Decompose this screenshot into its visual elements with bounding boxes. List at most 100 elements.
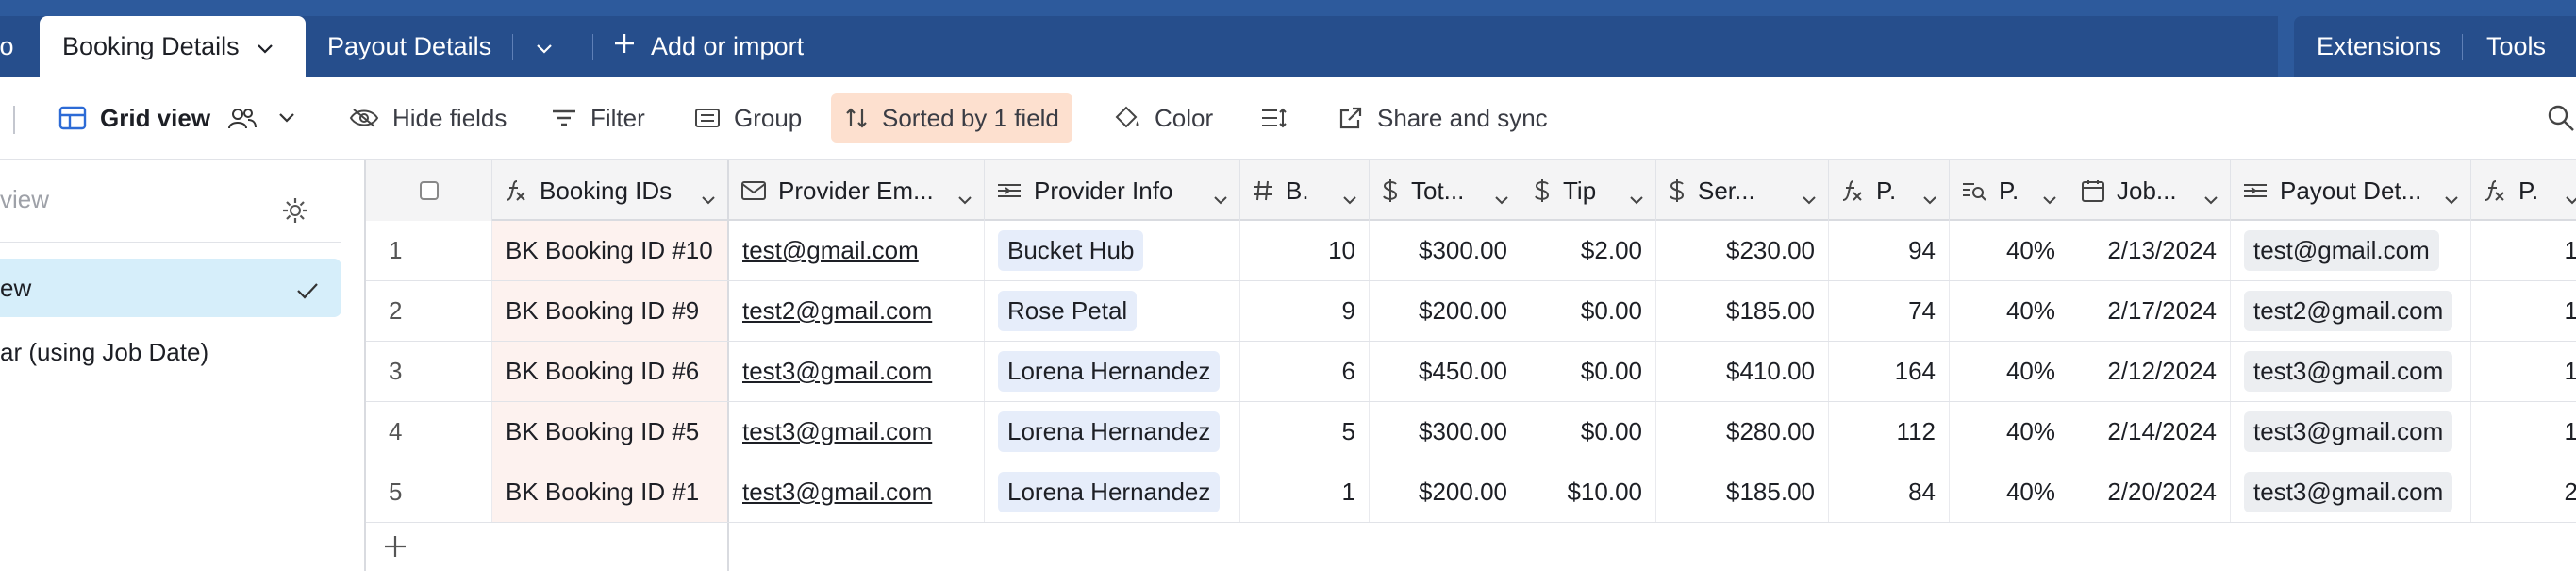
cell-p3[interactable]: 1 [2471,402,2576,462]
table-row[interactable]: 2 BK Booking ID #9 test2@gmail.com Rose Pet… [366,281,2576,342]
cell-p2[interactable]: 40% [1950,462,2069,522]
tools-button[interactable]: Tools [2486,16,2546,77]
cell-tip[interactable]: $10.00 [1521,462,1656,522]
linked-record-chip[interactable]: Lorena Hernandez [998,472,1221,512]
table-row[interactable]: 4 BK Booking ID #5 test3@gmail.com Lorena H… [366,402,2576,462]
search-button[interactable] [2534,93,2576,143]
cell-job[interactable]: 2/12/2024 [2069,342,2231,401]
cell-p1[interactable]: 164 [1829,342,1950,401]
cell-payout[interactable]: test3@gmail.com [2231,462,2471,522]
cell-p3[interactable]: 1 [2471,221,2576,280]
cell-email[interactable]: test3@gmail.com [729,462,985,522]
column-header[interactable]: Tip [1521,160,1656,221]
linked-record-chip[interactable]: test3@gmail.com [2244,472,2453,512]
chevron-down-icon[interactable] [2565,183,2576,212]
cell-p3[interactable]: 2 [2471,462,2576,522]
cell-p1[interactable]: 74 [1829,281,1950,341]
cell-tip[interactable]: $0.00 [1521,402,1656,462]
chevron-down-icon[interactable] [1922,183,1937,212]
checkbox[interactable] [419,181,439,200]
plus-icon[interactable] [383,534,407,563]
cell-service[interactable]: $230.00 [1656,221,1829,280]
table-row[interactable]: 1 BK Booking ID #10 test@gmail.com Bucket H… [366,221,2576,281]
table-row[interactable]: 3 BK Booking ID #6 test3@gmail.com Lorena H… [366,342,2576,402]
column-header[interactable]: B. [1240,160,1370,221]
cell-b[interactable]: 10 [1240,221,1370,280]
cell-p1[interactable]: 94 [1829,221,1950,280]
cell-service[interactable]: $185.00 [1656,281,1829,341]
chevron-down-icon[interactable] [1629,183,1644,212]
cell-service[interactable]: $185.00 [1656,462,1829,522]
extensions-button[interactable]: Extensions [2317,16,2441,77]
sidebar-item-grid-view[interactable]: ew [0,259,341,317]
linked-record-chip[interactable]: test3@gmail.com [2244,351,2453,392]
linked-record-chip[interactable]: test2@gmail.com [2244,291,2453,331]
cell-booking[interactable]: BK Booking ID #10 [492,221,729,280]
linked-record-chip[interactable]: Bucket Hub [998,230,1144,271]
cell-tip[interactable]: $2.00 [1521,221,1656,280]
cell-email[interactable]: test3@gmail.com [729,402,985,462]
cell-p1[interactable]: 112 [1829,402,1950,462]
cell-p2[interactable]: 40% [1950,342,2069,401]
cell-booking[interactable]: BK Booking ID #1 [492,462,729,522]
sort-button[interactable]: Sorted by 1 field [831,93,1072,143]
find-view-input[interactable]: view [0,185,49,214]
cell-job[interactable]: 2/13/2024 [2069,221,2231,280]
cell-p2[interactable]: 40% [1950,221,2069,280]
cell-booking[interactable]: BK Booking ID #5 [492,402,729,462]
cell-provider[interactable]: Lorena Hernandez [985,462,1240,522]
cell-p2[interactable]: 40% [1950,281,2069,341]
column-header[interactable]: Ser... [1656,160,1829,221]
cell-total[interactable]: $300.00 [1370,402,1521,462]
cell-booking[interactable]: BK Booking ID #6 [492,342,729,401]
cell-service[interactable]: $280.00 [1656,402,1829,462]
add-record-row[interactable] [366,523,2576,571]
hide-fields-button[interactable]: Hide fields [336,93,520,143]
add-or-import-button[interactable]: Add or import [613,16,804,77]
view-switcher[interactable]: Grid view [45,93,322,143]
cell-p2[interactable]: 40% [1950,402,2069,462]
row-height-button[interactable] [1247,93,1302,143]
column-header[interactable]: Provider Em... [729,160,985,221]
chevron-down-icon[interactable] [257,32,274,61]
cell-payout[interactable]: test2@gmail.com [2231,281,2471,341]
chevron-down-icon[interactable] [957,183,972,212]
tab-info-cut[interactable]: fo [0,16,14,77]
cell-payout[interactable]: test@gmail.com [2231,221,2471,280]
cell-job[interactable]: 2/14/2024 [2069,402,2231,462]
cell-provider[interactable]: Rose Petal [985,281,1240,341]
linked-record-chip[interactable]: Rose Petal [998,291,1138,331]
share-and-sync-button[interactable]: Share and sync [1324,93,1561,143]
color-button[interactable]: Color [1100,93,1226,143]
cell-provider[interactable]: Bucket Hub [985,221,1240,280]
column-header[interactable]: Booking IDs [492,160,729,221]
column-header[interactable]: Job... [2069,160,2231,221]
cell-email[interactable]: test@gmail.com [729,221,985,280]
chevron-down-icon[interactable] [2203,183,2219,212]
cell-total[interactable]: $200.00 [1370,462,1521,522]
column-header[interactable]: Provider Info [985,160,1240,221]
select-all-checkbox[interactable] [366,160,492,221]
cell-provider[interactable]: Lorena Hernandez [985,402,1240,462]
more-tables-button[interactable] [536,16,553,77]
chevron-down-icon[interactable] [1342,183,1357,212]
cell-total[interactable]: $450.00 [1370,342,1521,401]
column-header[interactable]: P. [1950,160,2069,221]
cell-p3[interactable]: 1 [2471,342,2576,401]
cell-provider[interactable]: Lorena Hernandez [985,342,1240,401]
linked-record-chip[interactable]: Lorena Hernandez [998,351,1221,392]
chevron-down-icon[interactable] [1494,183,1509,212]
chevron-down-icon[interactable] [701,183,716,212]
cell-total[interactable]: $200.00 [1370,281,1521,341]
chevron-down-icon[interactable] [2444,183,2459,212]
chevron-down-icon[interactable] [2042,183,2057,212]
cell-payout[interactable]: test3@gmail.com [2231,402,2471,462]
gear-icon[interactable] [281,196,309,229]
filter-button[interactable]: Filter [538,93,658,143]
cell-job[interactable]: 2/17/2024 [2069,281,2231,341]
cell-b[interactable]: 6 [1240,342,1370,401]
cell-payout[interactable]: test3@gmail.com [2231,342,2471,401]
column-header[interactable]: P. [2471,160,2576,221]
tab-booking-details[interactable]: Booking Details [40,16,306,77]
chevron-down-icon[interactable] [1802,183,1817,212]
